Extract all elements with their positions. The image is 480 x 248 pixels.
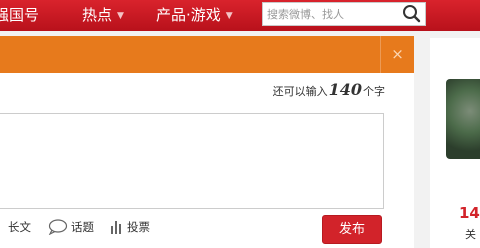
publish-button[interactable]: 发布 — [322, 215, 382, 244]
poll-label: 投票 — [127, 220, 150, 234]
close-icon: × — [391, 45, 404, 63]
nav-link-partial[interactable]: 强国号 — [0, 0, 39, 31]
char-counter: 还可以输入140个字 — [273, 80, 385, 99]
close-button[interactable]: × — [380, 36, 414, 73]
chevron-down-icon: ▼ — [117, 11, 124, 21]
char-counter-suffix: 个字 — [363, 85, 385, 98]
speech-bubble-icon — [48, 218, 68, 235]
char-counter-prefix: 还可以输入 — [272, 85, 328, 98]
dialog-header: × — [0, 36, 414, 73]
profile-stat-count[interactable]: 14 — [459, 204, 480, 222]
search-input[interactable] — [263, 3, 395, 25]
nav-link-hot-label: 热点 — [82, 6, 113, 24]
avatar[interactable] — [446, 79, 480, 159]
chevron-down-icon: ▼ — [225, 11, 233, 21]
compose-dialog: × 还可以输入140个字 长文 话题 投票 发布 — [0, 36, 414, 248]
top-nav-bar: 强国号 热点 ▼ 产品·游戏 ▼ — [0, 0, 480, 31]
bar-chart-icon — [111, 220, 121, 234]
search-icon — [403, 5, 421, 23]
profile-stat-label: 关 — [465, 228, 476, 241]
search-box — [262, 2, 426, 26]
char-counter-value: 140 — [328, 80, 362, 99]
topic-button[interactable]: 话题 — [48, 218, 94, 236]
longtext-label: 长文 — [8, 220, 31, 234]
topic-label: 话题 — [71, 220, 94, 234]
longtext-button[interactable]: 长文 — [8, 218, 31, 236]
poll-button[interactable]: 投票 — [110, 218, 150, 236]
nav-link-products-label: 产品·游戏 — [156, 6, 221, 24]
compose-textarea[interactable] — [0, 113, 384, 209]
nav-link-hot[interactable]: 热点 ▼ — [82, 0, 124, 31]
nav-link-partial-label: 强国号 — [0, 6, 40, 24]
nav-link-products[interactable]: 产品·游戏 ▼ — [156, 0, 233, 31]
publish-label: 发布 — [338, 222, 365, 237]
search-button[interactable] — [399, 3, 425, 25]
